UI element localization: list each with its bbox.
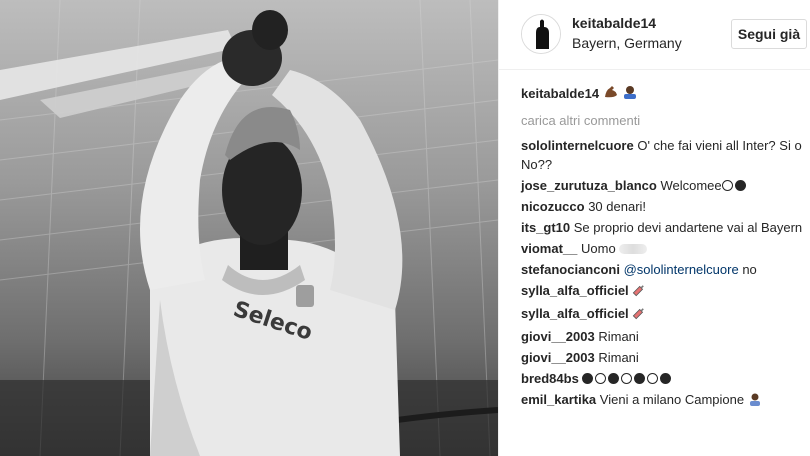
comment-item: sololinternelcuore O' che fai vieni all … xyxy=(521,136,809,174)
comment-text: Vieni a milano Campione xyxy=(599,392,745,407)
post-author-username[interactable]: keitabalde14 xyxy=(572,15,656,31)
comment-username[interactable]: jose_zurutuza_blanco xyxy=(521,178,657,193)
flexed-biceps-icon xyxy=(603,84,619,105)
white-circle-icon xyxy=(721,180,733,191)
comment-item: viomat__ Uomo xyxy=(521,239,809,258)
comment-item: sylla_alfa_officiel xyxy=(521,304,809,325)
comment-item: stefanocianconi @sololinternelcuore no xyxy=(521,260,809,279)
comment-text: Rimani xyxy=(598,329,639,344)
white-circle-icon xyxy=(647,373,659,384)
post-photo[interactable]: Seleco xyxy=(0,0,498,456)
blurred-emoji-icon xyxy=(619,244,648,254)
comment-username[interactable]: its_gt10 xyxy=(521,220,570,235)
comment-item: its_gt10 Se proprio devi andartene vai a… xyxy=(521,218,809,237)
black-circle-icon xyxy=(582,373,594,384)
comment-item: jose_zurutuza_blanco Welcomee xyxy=(521,176,809,195)
black-circle-icon xyxy=(660,373,672,384)
black-circle-icon xyxy=(734,180,746,191)
comment-item: giovi__2003 Rimani xyxy=(521,327,809,346)
comment-text: Uomo xyxy=(581,241,616,256)
comment-item: nicozucco 30 denari! xyxy=(521,197,809,216)
comment-username[interactable]: viomat__ xyxy=(521,241,577,256)
avatar[interactable] xyxy=(521,14,561,54)
syringe-icon xyxy=(632,283,646,302)
white-circle-icon xyxy=(621,373,633,384)
post-side-panel: keitabalde14 Bayern, Germany Segui già k… xyxy=(498,0,810,456)
comments-section: keitabalde14 carica altri commenti solol… xyxy=(521,84,809,413)
post-header: keitabalde14 Bayern, Germany Segui già xyxy=(499,0,810,70)
caption-username[interactable]: keitabalde14 xyxy=(521,86,599,101)
post-location[interactable]: Bayern, Germany xyxy=(572,35,682,51)
comment-username[interactable]: bred84bs xyxy=(521,371,579,386)
person-icon xyxy=(748,392,762,411)
black-circle-icon xyxy=(608,373,620,384)
person-bowing-icon xyxy=(622,84,638,105)
comment-text: Se proprio devi andartene vai al Bayern xyxy=(573,220,803,235)
comment-username[interactable]: sylla_alfa_officiel xyxy=(521,306,629,321)
photo-illustration: Seleco xyxy=(0,0,498,456)
comment-text: no xyxy=(742,262,757,277)
post-caption: keitabalde14 xyxy=(521,84,809,105)
comment-username[interactable]: stefanocianconi xyxy=(521,262,620,277)
syringe-icon xyxy=(632,306,646,325)
comment-text: Welcomee xyxy=(660,178,722,193)
fist-icon xyxy=(522,15,560,53)
comment-username[interactable]: giovi__2003 xyxy=(521,350,595,365)
comment-username[interactable]: emil_kartika xyxy=(521,392,596,407)
comment-text: 30 denari! xyxy=(588,199,647,214)
comment-username[interactable]: sylla_alfa_officiel xyxy=(521,283,629,298)
black-circle-icon xyxy=(634,373,646,384)
comment-item: sylla_alfa_officiel xyxy=(521,281,809,302)
comment-username[interactable]: giovi__2003 xyxy=(521,329,595,344)
following-button[interactable]: Segui già xyxy=(731,19,807,49)
comment-mention-link[interactable]: @sololinternelcuore xyxy=(624,262,739,277)
comment-item: bred84bs xyxy=(521,369,809,388)
comment-item: emil_kartika Vieni a milano Campione xyxy=(521,390,809,411)
load-more-comments-link[interactable]: carica altri commenti xyxy=(521,111,809,130)
comment-username[interactable]: sololinternelcuore xyxy=(521,138,634,153)
comment-text: Rimani xyxy=(598,350,639,365)
white-circle-icon xyxy=(595,373,607,384)
comment-item: giovi__2003 Rimani xyxy=(521,348,809,367)
comment-username[interactable]: nicozucco xyxy=(521,199,585,214)
